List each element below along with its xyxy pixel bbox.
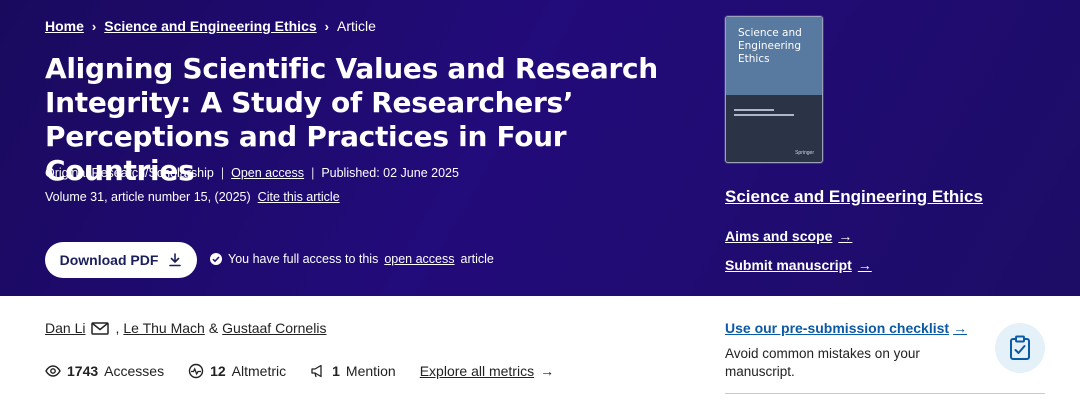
checklist-label: Use our pre-submission checklist bbox=[725, 320, 950, 336]
download-icon bbox=[169, 253, 182, 267]
arrow-right-icon: → bbox=[857, 257, 872, 273]
author-link[interactable]: Gustaaf Cornelis bbox=[222, 320, 326, 336]
open-access-link[interactable]: Open access bbox=[231, 166, 304, 180]
breadcrumb-journal[interactable]: Science and Engineering Ethics bbox=[104, 18, 316, 34]
cover-title-line: Engineering bbox=[738, 40, 801, 52]
article-citation-meta: Volume 31, article number 15, (2025) Cit… bbox=[45, 190, 340, 204]
published-date: Published: 02 June 2025 bbox=[321, 166, 459, 180]
eye-icon bbox=[45, 365, 61, 377]
altmetric-icon bbox=[188, 363, 204, 379]
submit-manuscript-link[interactable]: Submit manuscript → bbox=[725, 257, 872, 273]
arrow-right-icon: → bbox=[540, 363, 555, 379]
chevron-right-icon: › bbox=[91, 18, 97, 34]
article-hero: Home › Science and Engineering Ethics › … bbox=[0, 0, 1080, 296]
author-link[interactable]: Le Thu Mach bbox=[123, 320, 204, 336]
article-meta: Original Research/Scholarship | Open acc… bbox=[45, 166, 459, 180]
megaphone-icon bbox=[311, 364, 322, 378]
accesses-count: 1743 bbox=[67, 363, 99, 379]
altmetric-count: 12 bbox=[210, 363, 226, 379]
volume-info: Volume 31, article number 15, (2025) bbox=[45, 190, 251, 204]
mention-label: Mention bbox=[345, 363, 396, 379]
access-note-prefix: You have full access to this bbox=[228, 252, 379, 266]
journal-cover[interactable]: Science and Engineering Ethics Springer bbox=[725, 16, 823, 163]
divider: | bbox=[220, 166, 225, 180]
submit-manuscript-label: Submit manuscript bbox=[725, 257, 852, 273]
cover-title-line: Science and bbox=[738, 27, 802, 39]
access-note-link[interactable]: open access bbox=[384, 252, 454, 266]
cover-publisher: Springer bbox=[795, 150, 814, 156]
chevron-right-icon: › bbox=[324, 18, 329, 34]
mention-count: 1 bbox=[332, 363, 340, 379]
accesses-label: Accesses bbox=[104, 363, 165, 379]
checklist-description: Avoid common mistakes on your manuscript… bbox=[725, 346, 920, 379]
clipboard-check-icon bbox=[995, 323, 1045, 373]
arrow-right-icon: → bbox=[953, 320, 968, 336]
aims-scope-link[interactable]: Aims and scope → bbox=[725, 228, 852, 244]
altmetric-label: Altmetric bbox=[231, 363, 287, 379]
breadcrumb: Home › Science and Engineering Ethics › … bbox=[45, 18, 376, 34]
mail-icon[interactable] bbox=[91, 321, 110, 335]
arrow-right-icon: → bbox=[838, 228, 853, 244]
access-note: You have full access to this open access… bbox=[210, 252, 494, 266]
explore-metrics-link[interactable]: Explore all metrics bbox=[420, 363, 534, 379]
comma: , bbox=[115, 320, 120, 336]
author-list: Dan Li , Le Thu Mach & Gustaaf Cornelis bbox=[45, 320, 326, 336]
cover-title: Science and Engineering Ethics bbox=[726, 17, 822, 95]
checklist-link[interactable]: Use our pre-submission checklist → bbox=[725, 320, 967, 336]
divider: | bbox=[311, 166, 315, 180]
breadcrumb-current: Article bbox=[337, 18, 376, 34]
access-note-suffix: article bbox=[460, 252, 494, 266]
download-pdf-label: Download PDF bbox=[59, 252, 159, 268]
cover-details bbox=[726, 95, 822, 122]
author-link[interactable]: Dan Li bbox=[45, 320, 85, 336]
divider bbox=[725, 393, 1045, 394]
download-pdf-button[interactable]: Download PDF bbox=[45, 242, 197, 278]
journal-title-link[interactable]: Science and Engineering Ethics bbox=[725, 187, 983, 207]
cover-title-line: Ethics bbox=[738, 53, 770, 65]
cite-article-link[interactable]: Cite this article bbox=[258, 190, 340, 204]
ampersand: & bbox=[208, 320, 219, 336]
article-type: Original Research/Scholarship bbox=[45, 166, 214, 180]
article-metrics: 1743 Accesses 12 Altmetric 1 Mention Exp… bbox=[45, 363, 554, 379]
breadcrumb-home[interactable]: Home bbox=[45, 18, 84, 34]
check-circle-icon bbox=[210, 253, 222, 265]
aims-scope-label: Aims and scope bbox=[725, 228, 833, 244]
